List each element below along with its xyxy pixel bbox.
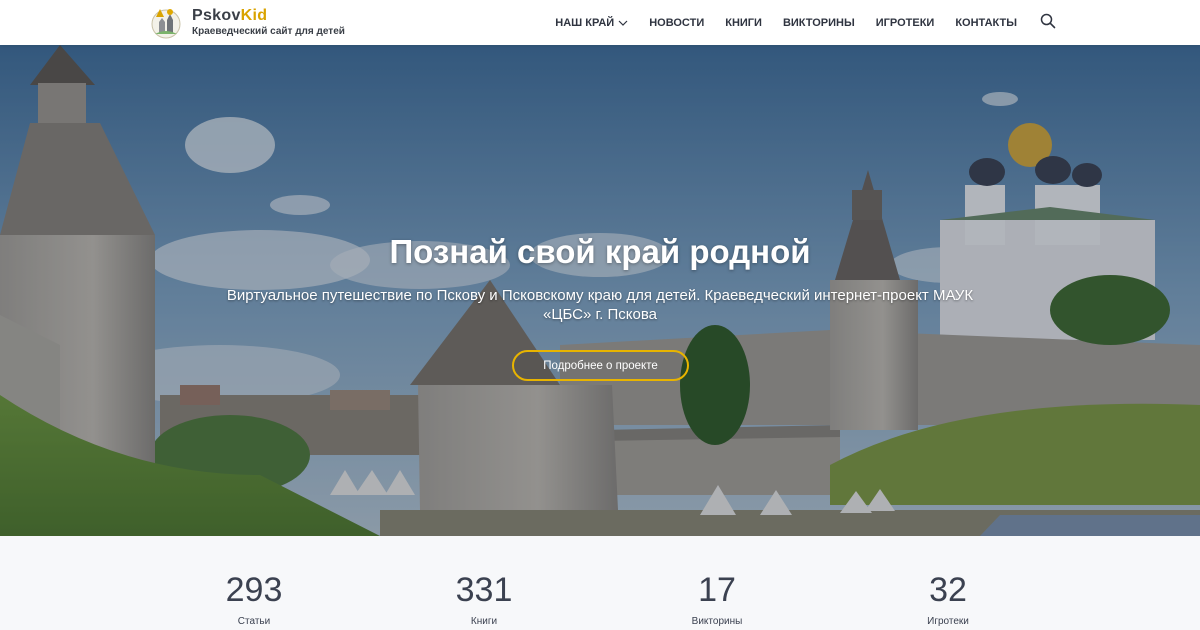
stat-label: Книги bbox=[470, 616, 498, 627]
stat-label: Статьи bbox=[237, 616, 271, 627]
stat-value: 17 bbox=[698, 571, 736, 609]
nav-item-nash-krai[interactable]: НАШ КРАЙ bbox=[555, 17, 628, 29]
stat-label: Викторины bbox=[691, 616, 743, 627]
stats-section: 293 Статьи 331 Книги 17 Викторины 32 Игр… bbox=[0, 536, 1200, 630]
stat-value: 293 bbox=[225, 571, 283, 609]
nav-item-news[interactable]: НОВОСТИ bbox=[649, 17, 704, 29]
nav-item-contacts[interactable]: КОНТАКТЫ bbox=[955, 17, 1017, 29]
stat-articles: 293 Статьи bbox=[174, 572, 334, 627]
nav-item-books[interactable]: КНИГИ bbox=[725, 17, 762, 29]
site-logo[interactable]: PskovKid Краеведческий сайт для детей bbox=[150, 4, 345, 40]
nav-item-games[interactable]: ИГРОТЕКИ bbox=[876, 17, 935, 29]
hero-section: Познай свой край родной Виртуальное путе… bbox=[0, 45, 1200, 536]
nav-item-label: НАШ КРАЙ bbox=[555, 16, 615, 29]
stat-books: 331 Книги bbox=[404, 572, 564, 627]
stat-value: 331 bbox=[455, 571, 513, 609]
logo-title: PskovKid bbox=[192, 6, 268, 24]
about-project-button[interactable]: Подробнее о проекте bbox=[512, 350, 689, 381]
stat-games: 32 Игротеки bbox=[868, 572, 1028, 627]
main-nav: НАШ КРАЙ НОВОСТИ КНИГИ ВИКТОРИНЫ ИГРОТЕК… bbox=[555, 0, 1017, 45]
stat-label: Игротеки bbox=[927, 616, 969, 627]
stat-value: 32 bbox=[929, 571, 967, 609]
nav-item-quizzes[interactable]: ВИКТОРИНЫ bbox=[783, 17, 855, 29]
hero-title: Познай свой край родной bbox=[389, 233, 811, 270]
stat-quizzes: 17 Викторины bbox=[637, 572, 797, 627]
logo-subtitle: Краеведческий сайт для детей bbox=[192, 25, 345, 37]
logo-kremlin-icon bbox=[151, 9, 181, 39]
hero-subtitle: Виртуальное путешествие по Пскову и Пско… bbox=[226, 287, 974, 323]
chevron-down-icon bbox=[618, 20, 628, 26]
site-header: PskovKid Краеведческий сайт для детей НА… bbox=[0, 0, 1200, 45]
search-icon[interactable] bbox=[1040, 13, 1056, 29]
